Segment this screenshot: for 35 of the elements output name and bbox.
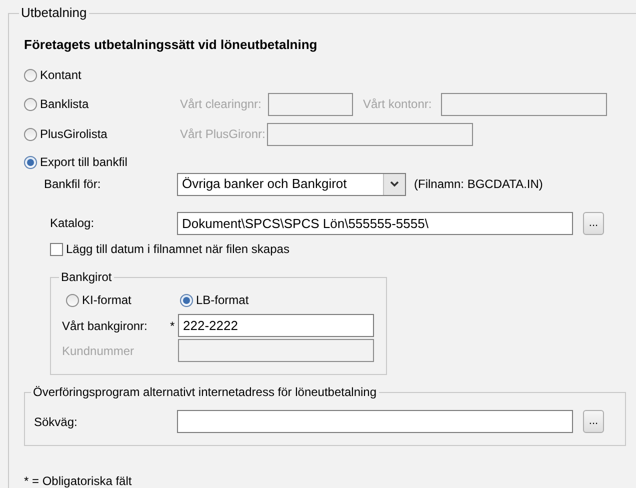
group-title: Utbetalning [19,5,89,21]
field-label: Sökväg: [34,414,78,430]
filename-note: (Filnamn: BGCDATA.IN) [414,176,543,193]
input-field[interactable] [177,410,573,433]
input-field[interactable]: 222-2222 [178,314,374,337]
radio-label[interactable]: Banklista [40,95,89,113]
browse-button[interactable]: ... [583,212,604,234]
radio-label[interactable]: Kontant [40,66,82,84]
field-label: Vårt PlusGironr: [180,126,266,143]
field-label: Kundnummer [62,342,136,360]
radio-button[interactable] [180,294,193,306]
footnote: * = Obligatoriska fält [24,473,133,488]
field-label: Vårt clearingnr: [180,96,262,113]
radio-button[interactable] [24,156,37,168]
radio-button[interactable] [24,128,37,140]
required-mark: * [170,318,176,334]
bank-dropdown[interactable]: Övriga banker och Bankgirot [177,172,406,196]
group-title: Överföringsprogram alternativt internetadress för löneutbetalning [31,384,379,400]
field-label: Bankfil för: [44,176,102,193]
radio-button[interactable] [66,294,79,306]
input-field[interactable]: Dokument\SPCS\SPCS Lön\555555-5555\ [177,212,573,234]
radio-label[interactable]: PlusGirolista [40,125,108,143]
browse-button[interactable]: ... [583,410,604,433]
radio-button[interactable] [24,98,37,110]
radio-label[interactable]: KI-format [82,291,132,309]
section-heading: Företagets utbetalningssätt vid löneutbetalning [24,36,318,54]
date-checkbox[interactable]: Lägg till datum i filnamnet när filen skapas [50,240,290,258]
field-label: Katalog: [50,215,96,232]
field-label: Vårt bankgironr: [62,318,148,334]
field-label: Vårt kontonr: [363,96,433,113]
radio-button[interactable] [24,68,37,82]
radio-label[interactable]: LB-format [196,291,249,309]
chevron-down-icon [390,181,399,187]
group-title: Bankgirot [59,269,114,285]
radio-label[interactable]: Export till bankfil [40,153,128,171]
